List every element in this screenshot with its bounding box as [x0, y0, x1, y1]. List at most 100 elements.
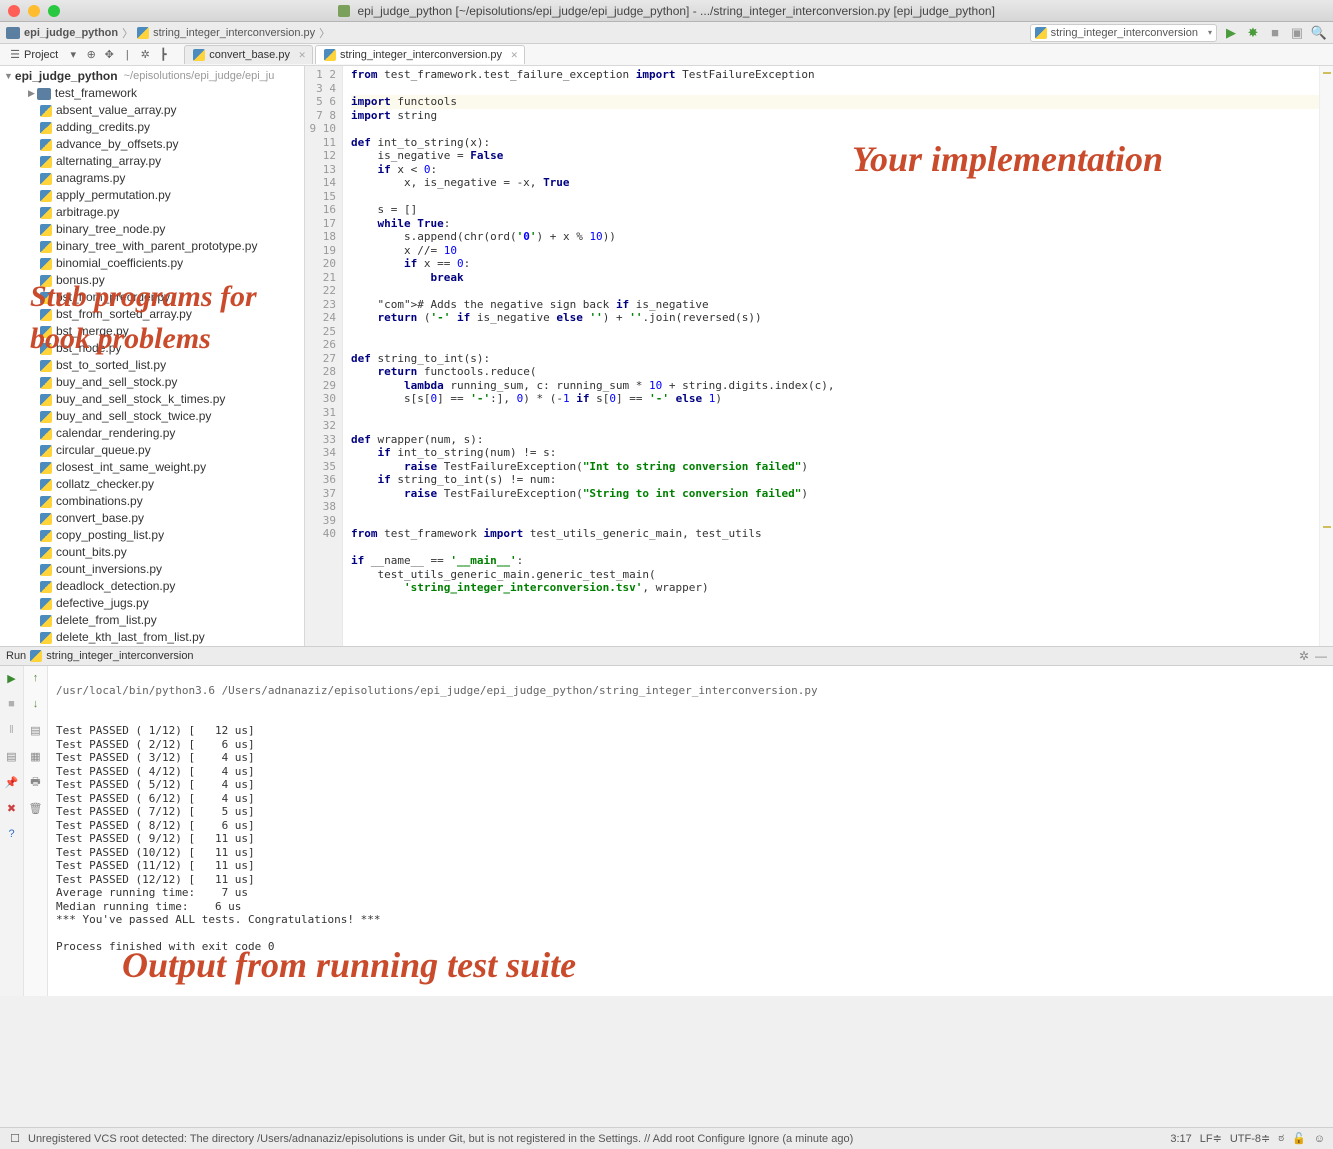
workspace: ▼ epi_judge_python ~/episolutions/epi_ju…: [0, 66, 1333, 646]
dropdown-icon[interactable]: ▾: [64, 46, 82, 64]
code-area[interactable]: from test_framework.test_failure_excepti…: [343, 66, 1319, 646]
tree-file[interactable]: adding_credits.py: [0, 119, 304, 136]
tree-file[interactable]: closest_int_same_weight.py: [0, 459, 304, 476]
run-config-select[interactable]: string_integer_interconversion: [1030, 24, 1217, 42]
pin-button[interactable]: 📌: [4, 774, 20, 790]
tree-file[interactable]: delete_kth_last_from_list.py: [0, 629, 304, 646]
rerun-button[interactable]: ▶: [4, 670, 20, 686]
tree-file[interactable]: apply_permutation.py: [0, 187, 304, 204]
search-button[interactable]: 🔍: [1311, 25, 1327, 41]
up-arrow-icon[interactable]: ↑: [28, 670, 44, 686]
status-icon[interactable]: ☐: [8, 1132, 22, 1146]
close-tab-icon[interactable]: ✕: [510, 50, 518, 61]
project-panel[interactable]: ▼ epi_judge_python ~/episolutions/epi_ju…: [0, 66, 305, 646]
tree-file[interactable]: bonus.py: [0, 272, 304, 289]
tree-file[interactable]: buy_and_sell_stock_k_times.py: [0, 391, 304, 408]
gear-icon[interactable]: ✲: [1299, 649, 1309, 663]
tree-file[interactable]: collatz_checker.py: [0, 476, 304, 493]
pause-button[interactable]: ‖: [4, 722, 20, 738]
cursor-position[interactable]: 3:17: [1170, 1133, 1191, 1145]
run-label[interactable]: Run: [6, 650, 26, 662]
project-toolbar: ☰ Project ▾ ⊕ ✥ | ✲ ┣ convert_base.py ✕ …: [0, 44, 1333, 66]
python-file-icon: [40, 513, 52, 525]
gear-icon[interactable]: ✲: [136, 46, 154, 64]
run-config-name[interactable]: string_integer_interconversion: [46, 650, 193, 662]
tree-folder-test-framework[interactable]: ▶ test_framework: [0, 85, 304, 102]
tree-file[interactable]: advance_by_offsets.py: [0, 136, 304, 153]
marker-strip[interactable]: [1319, 66, 1333, 646]
stop-button[interactable]: ■: [4, 696, 20, 712]
project-view-icon[interactable]: ☰: [6, 46, 24, 64]
tree-file[interactable]: alternating_array.py: [0, 153, 304, 170]
tab-convert-base[interactable]: convert_base.py ✕: [184, 45, 313, 64]
tree-file[interactable]: bst_from_sorted_array.py: [0, 306, 304, 323]
tree-file[interactable]: delete_from_list.py: [0, 612, 304, 629]
collapse-icon[interactable]: ⊕: [82, 46, 100, 64]
tree-file[interactable]: binary_tree_with_parent_prototype.py: [0, 238, 304, 255]
clear-icon[interactable]: 🗑: [28, 800, 44, 816]
tree-file[interactable]: buy_and_sell_stock.py: [0, 374, 304, 391]
tree-file[interactable]: circular_queue.py: [0, 442, 304, 459]
git-branch-icon[interactable]: ಠ: [1278, 1132, 1284, 1145]
tree-file[interactable]: arbitrage.py: [0, 204, 304, 221]
chevron-down-icon[interactable]: ▼: [4, 68, 13, 85]
minimize-window-button[interactable]: [28, 5, 40, 17]
editor[interactable]: 1 2 3 4 5 6 7 8 9 10 11 12 13 14 15 16 1…: [305, 66, 1333, 646]
help-button[interactable]: ?: [4, 826, 20, 842]
tree-file[interactable]: convert_base.py: [0, 510, 304, 527]
tree-file[interactable]: absent_value_array.py: [0, 102, 304, 119]
lock-icon[interactable]: 🔓: [1292, 1132, 1306, 1145]
tree-file[interactable]: defective_jugs.py: [0, 595, 304, 612]
tree-file[interactable]: deadlock_detection.py: [0, 578, 304, 595]
project-tree[interactable]: ▼ epi_judge_python ~/episolutions/epi_ju…: [0, 66, 304, 646]
stop-button[interactable]: ■: [1267, 25, 1283, 41]
tree-file[interactable]: binary_tree_node.py: [0, 221, 304, 238]
tree-file-label: alternating_array.py: [56, 153, 161, 170]
tree-file[interactable]: bst_merge.py: [0, 323, 304, 340]
dump-button[interactable]: ▤: [4, 748, 20, 764]
close-window-button[interactable]: [8, 5, 20, 17]
tree-file[interactable]: binomial_coefficients.py: [0, 255, 304, 272]
tree-file[interactable]: count_bits.py: [0, 544, 304, 561]
breadcrumb-project[interactable]: epi_judge_python: [6, 27, 118, 39]
debug-button[interactable]: ✸: [1245, 25, 1261, 41]
tree-file[interactable]: copy_posting_list.py: [0, 527, 304, 544]
inspector-icon[interactable]: ☺: [1314, 1133, 1325, 1145]
window-controls: [8, 5, 60, 17]
close-button[interactable]: ✖: [4, 800, 20, 816]
soft-wrap-icon[interactable]: ▤: [28, 722, 44, 738]
chevron-right-icon[interactable]: ▶: [28, 85, 35, 102]
tree-file[interactable]: bst_to_sorted_list.py: [0, 357, 304, 374]
hide-icon[interactable]: ┣: [154, 46, 172, 64]
line-separator[interactable]: LF≑: [1200, 1132, 1222, 1145]
tree-file[interactable]: buy_and_sell_stock_twice.py: [0, 408, 304, 425]
minimize-icon[interactable]: —: [1315, 649, 1327, 663]
file-encoding[interactable]: UTF-8≑: [1230, 1132, 1270, 1145]
tree-file[interactable]: count_inversions.py: [0, 561, 304, 578]
tab-string-integer-interconversion[interactable]: string_integer_interconversion.py ✕: [315, 45, 525, 64]
tree-file[interactable]: bst_from_preorder.py: [0, 289, 304, 306]
tree-file-label: binomial_coefficients.py: [56, 255, 183, 272]
zoom-window-button[interactable]: [48, 5, 60, 17]
down-arrow-icon[interactable]: ↓: [28, 696, 44, 712]
status-message[interactable]: Unregistered VCS root detected: The dire…: [28, 1133, 853, 1145]
tree-file-label: apply_permutation.py: [56, 187, 171, 204]
breadcrumb-file[interactable]: string_integer_interconversion.py: [137, 27, 315, 39]
run-config-label: string_integer_interconversion: [1051, 27, 1198, 39]
tree-root[interactable]: ▼ epi_judge_python ~/episolutions/epi_ju…: [0, 68, 304, 85]
layout-button[interactable]: ▣: [1289, 25, 1305, 41]
tree-file[interactable]: anagrams.py: [0, 170, 304, 187]
folder-icon: [37, 88, 51, 100]
run-button[interactable]: ▶: [1223, 25, 1239, 41]
close-tab-icon[interactable]: ✕: [298, 50, 306, 61]
project-label[interactable]: Project: [24, 49, 58, 61]
target-icon[interactable]: ✥: [100, 46, 118, 64]
divider-icon: |: [118, 46, 136, 64]
console-output[interactable]: /usr/local/bin/python3.6 /Users/adnanazi…: [48, 666, 1333, 996]
scroll-icon[interactable]: ▦: [28, 748, 44, 764]
python-file-icon: [193, 49, 205, 61]
tree-file[interactable]: combinations.py: [0, 493, 304, 510]
print-icon[interactable]: 🖶: [28, 774, 44, 790]
tree-file[interactable]: calendar_rendering.py: [0, 425, 304, 442]
tree-file[interactable]: bst_node.py: [0, 340, 304, 357]
